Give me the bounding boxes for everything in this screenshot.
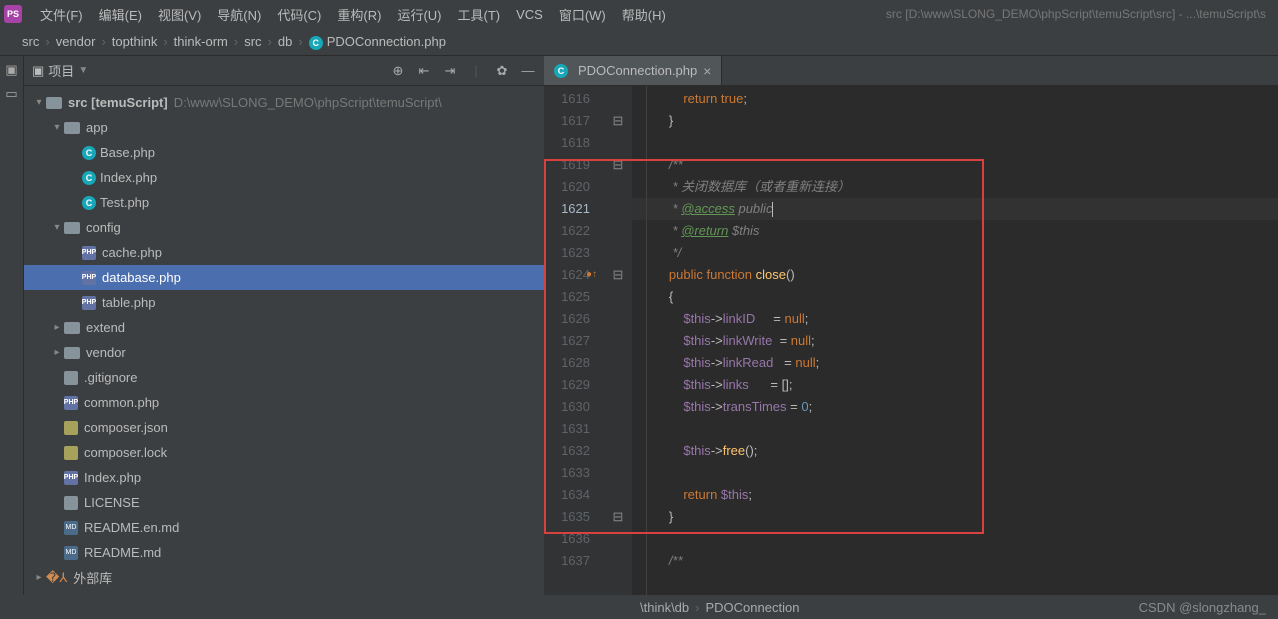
menu-vcs[interactable]: VCS — [508, 7, 551, 22]
rail-project-icon[interactable]: ▣ — [4, 62, 20, 78]
tree-readme[interactable]: MDREADME.md — [24, 540, 544, 565]
bc-vendor[interactable]: vendor — [52, 34, 100, 49]
bc-file[interactable]: CPDOConnection.php — [305, 34, 450, 50]
line-gutter: 16161617161816191620 1621162216231624162… — [544, 86, 604, 595]
menu-edit[interactable]: 编辑(E) — [91, 5, 150, 24]
tab-pdoconnection[interactable]: C PDOConnection.php × — [544, 56, 722, 85]
target-icon[interactable]: ⊕ — [390, 63, 406, 79]
sidebar-title: 项目 — [48, 61, 74, 80]
tree-extend[interactable]: ▸extend — [24, 315, 544, 340]
tree-app[interactable]: ▾app — [24, 115, 544, 140]
tree-external[interactable]: ▸�⅄外部库 — [24, 565, 544, 590]
collapse-icon[interactable]: ⇤ — [416, 63, 432, 79]
tree-root[interactable]: ▾src [temuScript]D:\www\SLONG_DEMO\phpSc… — [24, 90, 544, 115]
breadcrumb: src› vendor› topthink› think-orm› src› d… — [0, 28, 1278, 56]
titlebar: PS 文件(F) 编辑(E) 视图(V) 导航(N) 代码(C) 重构(R) 运… — [0, 0, 1278, 28]
menu-window[interactable]: 窗口(W) — [551, 5, 614, 24]
project-tree[interactable]: ▾src [temuScript]D:\www\SLONG_DEMO\phpSc… — [24, 86, 544, 595]
tree-base[interactable]: CBase.php — [24, 140, 544, 165]
hide-icon[interactable]: — — [520, 63, 536, 79]
tree-indexphp[interactable]: PHPIndex.php — [24, 465, 544, 490]
code-area[interactable]: 16161617161816191620 1621162216231624162… — [544, 86, 1278, 595]
tree-cache[interactable]: PHPcache.php — [24, 240, 544, 265]
bc-thinkorm[interactable]: think-orm — [170, 34, 232, 49]
bc-topthink[interactable]: topthink — [108, 34, 162, 49]
rail-structure-icon[interactable]: ▭ — [4, 86, 20, 102]
fold-gutter: ⊟ ⊟ ●↑⊟ ⊟ — [604, 86, 632, 595]
bc-db[interactable]: db — [274, 34, 296, 49]
project-path: src [D:\www\SLONG_DEMO\phpScript\temuScr… — [886, 7, 1274, 21]
project-sidebar: ▣ 项目 ▼ ⊕ ⇤ ⇥ | ✿ — ▾src [temuScript]D:\w… — [24, 56, 544, 595]
left-rail: ▣ ▭ — [0, 56, 24, 595]
sidebar-header: ▣ 项目 ▼ ⊕ ⇤ ⇥ | ✿ — — [24, 56, 544, 86]
close-icon[interactable]: × — [703, 63, 711, 79]
editor-tabs: C PDOConnection.php × — [544, 56, 1278, 86]
tree-license[interactable]: LICENSE — [24, 490, 544, 515]
tree-config[interactable]: ▾config — [24, 215, 544, 240]
tree-table[interactable]: PHPtable.php — [24, 290, 544, 315]
menu-run[interactable]: 运行(U) — [389, 5, 449, 24]
tree-common[interactable]: PHPcommon.php — [24, 390, 544, 415]
tree-test[interactable]: CTest.php — [24, 190, 544, 215]
tree-readme-en[interactable]: MDREADME.en.md — [24, 515, 544, 540]
divider-icon: | — [468, 63, 484, 79]
tree-composer-lock[interactable]: composer.lock — [24, 440, 544, 465]
code-body[interactable]: return true; } /** * 关闭数据库（或者重新连接） * @ac… — [632, 86, 1278, 595]
bottom-breadcrumb: \think\db › PDOConnection — [0, 595, 1278, 619]
project-tool-icon: ▣ — [32, 63, 44, 79]
bc-namespace[interactable]: \think\db — [640, 600, 689, 615]
menu-refactor[interactable]: 重构(R) — [329, 5, 389, 24]
tree-vendor[interactable]: ▸vendor — [24, 340, 544, 365]
bc-src[interactable]: src — [18, 34, 43, 49]
menu-view[interactable]: 视图(V) — [150, 5, 209, 24]
menu-tools[interactable]: 工具(T) — [449, 5, 508, 24]
tree-index[interactable]: CIndex.php — [24, 165, 544, 190]
app-icon: PS — [4, 5, 22, 23]
class-icon: C — [554, 64, 568, 78]
menu-help[interactable]: 帮助(H) — [614, 5, 674, 24]
editor: C PDOConnection.php × 161616171618161916… — [544, 56, 1278, 595]
menu-code[interactable]: 代码(C) — [269, 5, 329, 24]
tree-database[interactable]: PHPdatabase.php — [24, 265, 544, 290]
expand-icon[interactable]: ⇥ — [442, 63, 458, 79]
menu-navigate[interactable]: 导航(N) — [209, 5, 269, 24]
gear-icon[interactable]: ✿ — [494, 63, 510, 79]
dropdown-icon[interactable]: ▼ — [78, 65, 88, 76]
tree-composer-json[interactable]: composer.json — [24, 415, 544, 440]
tab-label: PDOConnection.php — [578, 63, 697, 78]
tree-gitignore[interactable]: .gitignore — [24, 365, 544, 390]
bc-class[interactable]: PDOConnection — [706, 600, 800, 615]
bc-src2[interactable]: src — [240, 34, 265, 49]
menu-file[interactable]: 文件(F) — [32, 5, 91, 24]
tree-scratch[interactable]: ▸草稿文件和控制台 — [24, 590, 544, 595]
